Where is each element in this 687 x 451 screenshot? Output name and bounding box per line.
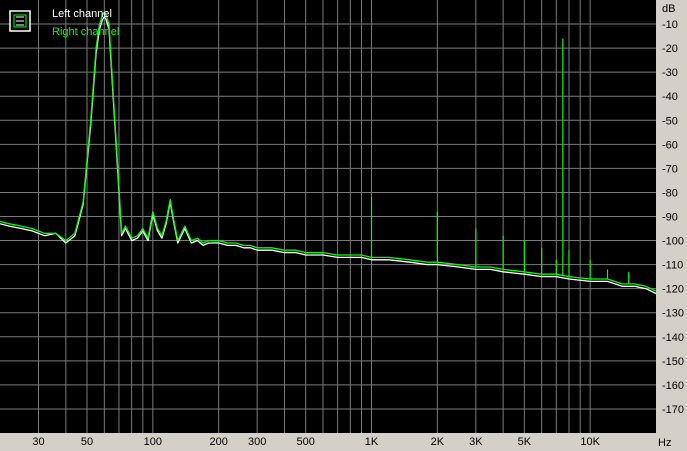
x-tick-label: 10K <box>580 436 600 448</box>
y-tick-label: -60 <box>662 139 678 151</box>
y-tick-label: -30 <box>662 67 678 79</box>
legend-icon[interactable] <box>9 10 31 32</box>
y-tick-label: -160 <box>662 380 684 392</box>
x-tick-label: 500 <box>297 436 315 448</box>
x-tick-label: 3K <box>469 436 483 448</box>
x-tick-label: 1K <box>365 436 379 448</box>
legend-left-channel: Left channel <box>52 8 112 20</box>
x-unit-label: Hz <box>658 437 671 449</box>
y-tick-label: -70 <box>662 163 678 175</box>
x-tick-label: 30 <box>32 436 44 448</box>
x-tick-label: 50 <box>81 436 93 448</box>
y-tick-label: -110 <box>662 260 683 272</box>
y-tick-label: -130 <box>662 308 684 320</box>
y-tick-label: -50 <box>662 115 678 127</box>
y-tick-label: -100 <box>662 236 684 248</box>
y-axis-ticks: -10 -20 -30 -40 -50 -60 -70 -80 -90 -100 -110 -120 -… <box>662 19 684 416</box>
y-tick-label: -120 <box>662 284 684 296</box>
y-tick-label: -80 <box>662 187 678 199</box>
y-tick-label: -90 <box>662 212 678 224</box>
y-tick-label: -40 <box>662 91 678 103</box>
legend-right-channel: Right channel <box>52 26 119 38</box>
y-unit-label: dB <box>662 3 675 15</box>
y-tick-label: -150 <box>662 356 684 368</box>
x-tick-label: 5K <box>518 436 532 448</box>
y-tick-label: -140 <box>662 332 684 344</box>
x-axis-ticks: 30 50 100 200 300 500 1K 2K 3K 5K 10K <box>32 436 600 448</box>
x-tick-label: 2K <box>431 436 445 448</box>
spectrum-chart: 30 50 100 200 300 500 1K 2K 3K 5K 10K -10 -20 -30 -40… <box>0 0 684 449</box>
y-tick-label: -170 <box>662 404 684 416</box>
x-tick-label: 200 <box>209 436 227 448</box>
y-tick-label: -10 <box>662 19 678 31</box>
y-tick-label: -20 <box>662 43 678 55</box>
x-tick-label: 300 <box>248 436 266 448</box>
x-tick-label: 100 <box>144 436 162 448</box>
